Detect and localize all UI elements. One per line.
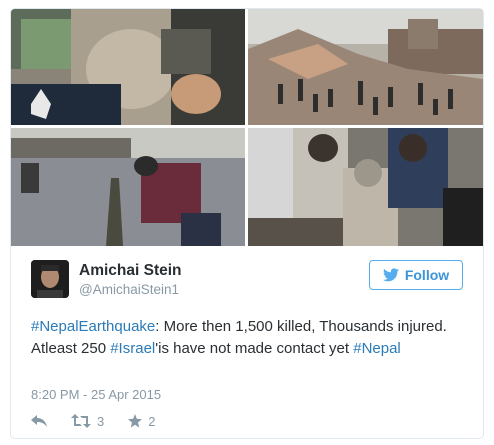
tweet-header: Amichai Stein @AmichaiStein1 Follow <box>31 260 463 304</box>
photo-collapsed-buildings[interactable] <box>248 9 483 125</box>
favorite-button[interactable]: 2 <box>128 414 155 429</box>
photo-street-crack[interactable] <box>11 128 245 246</box>
tweet-text-part2: 'is have not made contact yet <box>155 340 354 357</box>
hashtag-nepal-earthquake[interactable]: #NepalEarthquake <box>31 318 155 335</box>
hashtag-israel[interactable]: #Israel <box>110 340 155 357</box>
twitter-bird-icon <box>382 268 399 282</box>
favorite-count: 2 <box>148 413 156 429</box>
author-handle[interactable]: @AmichaiStein1 <box>79 282 179 297</box>
author-name[interactable]: Amichai Stein <box>79 262 182 280</box>
photo-rescue-people[interactable] <box>11 9 245 125</box>
retweet-button[interactable]: 3 <box>71 414 104 429</box>
reply-icon <box>31 415 47 427</box>
reply-button[interactable] <box>31 414 47 428</box>
retweet-icon <box>71 414 91 428</box>
retweet-count: 3 <box>97 413 105 429</box>
avatar[interactable] <box>31 260 69 298</box>
hashtag-nepal[interactable]: #Nepal <box>353 340 401 357</box>
follow-label: Follow <box>404 267 450 283</box>
photo-rescued-survivor[interactable] <box>248 128 483 246</box>
star-icon <box>128 414 143 428</box>
tweet-body: Amichai Stein @AmichaiStein1 Follow #Nep… <box>11 246 483 438</box>
tweet-card: Amichai Stein @AmichaiStein1 Follow #Nep… <box>10 8 484 439</box>
follow-button[interactable]: Follow <box>369 260 463 290</box>
tweet-media-grid[interactable] <box>11 9 483 246</box>
tweet-text: #NepalEarthquake: More then 1,500 killed… <box>31 316 463 360</box>
tweet-actions: 3 2 <box>31 411 179 431</box>
tweet-timestamp[interactable]: 8:20 PM - 25 Apr 2015 <box>31 387 161 402</box>
